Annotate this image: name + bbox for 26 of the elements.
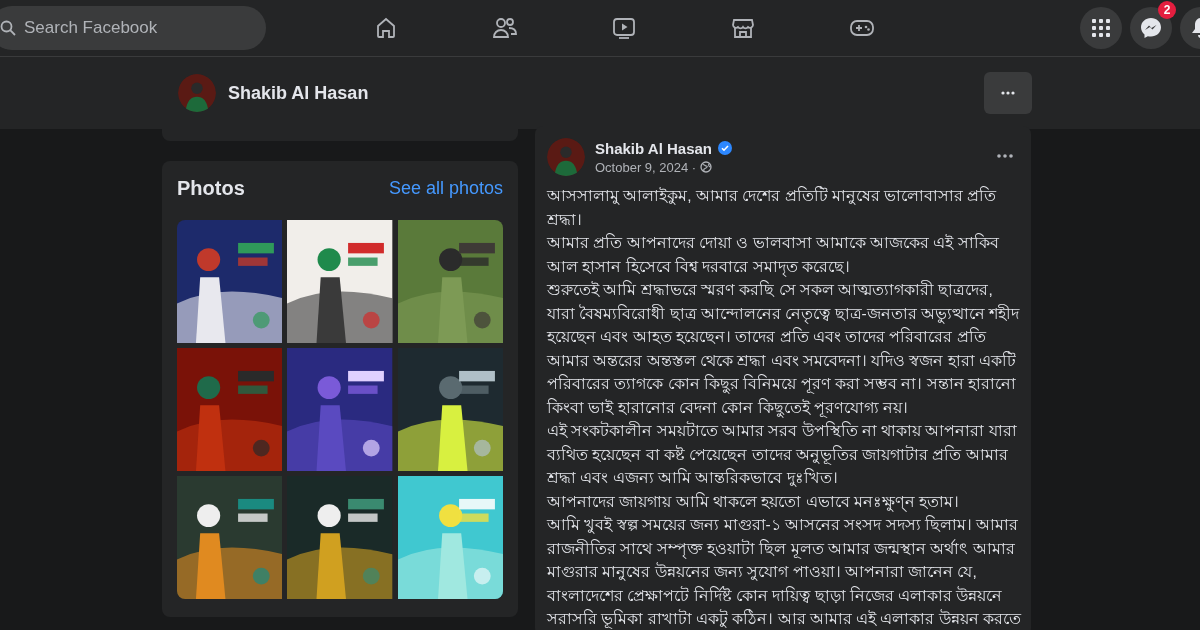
gamepad-icon xyxy=(848,17,875,39)
globe-icon xyxy=(700,161,713,173)
post-paragraph: আমার প্রতি আপনাদের দোয়া ও ভালবাসা আমাকে আজকের এই সাকিব আল হাসান হিসেবে বিশ্ব দরবারে সমাদৃত করেছে। xyxy=(547,232,1000,278)
people-icon xyxy=(491,16,518,40)
search-field[interactable]: Search Facebook xyxy=(0,6,266,50)
post-paragraph: আমি খুবই স্বল্প সময়ের জন্য মাগুরা-১ আসনের সংসদ সদস্য ছিলাম। আমার রাজনীতির সাথে সম্পৃক্ত হওয়াটা ছিল মূলত আমার জন্মস্থান অর্থাৎ আমার মাগুরার মানুষের উন্নয়নের জন্য সুযোগ পাওয়া। আপনারা জানেন যে, বাংলাদেশের প্রেক্ষাপটে নির্দিষ্ট কোন দায়িত্ব ছাড়া নিজের এলাকার উন্নয়নে সরাসরি ভূমিকা রাখাটা একটু কঠিন। আর আমার এই এলাকার উন্নয়ন করতে xyxy=(547,514,1023,630)
post-paragraph: এই সংকটকালীন সময়টাতে আমার সরব উপস্থিতি না থাকায় আপনারা যারা ব্যথিত হয়েছেন বা কষ্ট পেয়েছেন তাদের অনুভূতির জায়গাটার প্রতি আমার শ্রদ্ধা এবং এজন্য আমি আন্তরিকভাবে দুঃখিত। xyxy=(547,420,1018,489)
avatar xyxy=(178,74,216,112)
post-date[interactable]: October 9, 2024 · xyxy=(595,159,697,175)
post-paragraph: শুরুতেই আমি শ্রদ্ধাভরে স্মরণ করছি সে সকল আত্মত্যাগকারী ছাত্রদের, যারা বৈষম্যবিরোধী ছাত্র আন্দোলনের নেতৃত্বে ছাত্র-জনতার অভ্যুত্থানে শহীদ হয়েছেন এবং আহত হয়েছেন। তাদের প্রতি এবং তাদের পরিবারের প্রতি আমার অন্তরের অন্তস্তল থেকে শ্রদ্ধা এবং সমবেদনা। যদিও স্বজন হারা একটি পরিবারের ত্যাগকে কোন কিছুর বিনিময়ে পূরণ করা সম্ভব না। সন্তান হারানো কিংবা ভাই হারানোর বেদনা কোন কিছুতেই পূরণযোগ্য নয়। xyxy=(547,279,1021,419)
menu-icon xyxy=(1091,18,1111,38)
store-icon xyxy=(730,16,755,40)
section-title: Photos xyxy=(177,177,245,200)
see-all-link[interactable]: See all photos xyxy=(388,178,503,199)
video-icon xyxy=(611,16,636,40)
menu-button[interactable] xyxy=(1080,7,1122,49)
ellipsis-icon xyxy=(1001,91,1015,95)
notification-badge: 2 xyxy=(1158,1,1176,19)
messenger-icon xyxy=(1140,17,1162,39)
post-paragraph: আপনাদের জায়গায় আমি থাকলে হয়তো এভাবে মনঃক্ষুণ্ন হতাম। xyxy=(547,491,961,513)
author-name[interactable]: Shakib Al Hasan xyxy=(595,139,712,157)
avatar xyxy=(547,138,585,176)
ellipsis-icon xyxy=(997,154,1013,158)
profile-name: Shakib Al Hasan xyxy=(228,82,369,104)
post-paragraph: আসসালামু আলাইকুম, আমার দেশের প্রতিটি মানুষের ভালোবাসার প্রতি শ্রদ্ধা। xyxy=(547,185,998,230)
messenger-button[interactable] xyxy=(1130,7,1172,49)
